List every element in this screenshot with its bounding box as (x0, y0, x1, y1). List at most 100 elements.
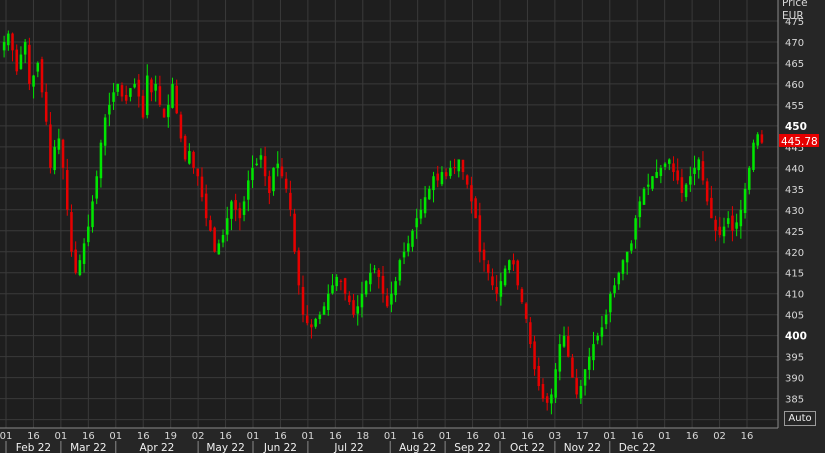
candle-body (486, 264, 490, 273)
candle-body (613, 285, 616, 294)
candle-body (251, 167, 254, 181)
candle-body (314, 318, 317, 327)
candle-body (284, 178, 288, 189)
y-tick-label: 415 (785, 269, 804, 280)
y-tick-label: 440 (785, 164, 804, 175)
x-month-label: Sep 22 (454, 442, 491, 453)
candle-body (731, 215, 734, 231)
candle-body (453, 167, 456, 169)
candle-body (491, 276, 494, 286)
x-month-label: Aug 22 (399, 442, 436, 453)
candle-body (32, 75, 35, 87)
x-day-tick: 16 (466, 431, 479, 442)
candle-body (638, 201, 642, 218)
x-day-tick: 01 (603, 431, 616, 442)
y-tick-label: 425 (785, 227, 804, 238)
y-tick-label: 410 (785, 290, 804, 301)
candle-body (221, 234, 225, 243)
candle-body (710, 197, 713, 219)
candle-body (617, 272, 621, 285)
x-day-tick: 01 (384, 431, 397, 442)
candle-body (280, 166, 284, 177)
candle-body (419, 209, 423, 219)
x-day-tick: 02 (713, 431, 726, 442)
candle-body (642, 188, 646, 205)
candle-body (651, 176, 654, 189)
candle-body (44, 91, 48, 122)
candle-body (432, 176, 435, 191)
x-day-tick: 01 (302, 431, 315, 442)
candle-body (482, 249, 486, 261)
candle-body (255, 163, 258, 166)
candle-body (748, 167, 751, 190)
candle-body (545, 396, 549, 403)
candle-body (272, 167, 275, 192)
candle-body (247, 180, 250, 200)
x-day-tick: 16 (137, 431, 150, 442)
candlestick-chart: 3803853903954004054104154204254304354404… (0, 0, 825, 453)
candle-body (752, 142, 755, 170)
candle-body (150, 79, 153, 93)
candle-body (760, 134, 764, 143)
x-day-tick: 16 (274, 431, 287, 442)
candle-body (693, 167, 696, 174)
candle-body (213, 227, 216, 252)
candle-body (474, 198, 477, 219)
x-day-tick: 16 (631, 431, 644, 442)
candle-body (465, 175, 469, 185)
candle-body (663, 163, 667, 167)
candle-body (550, 394, 553, 404)
candle-body (259, 155, 263, 160)
x-month-label: Jun 22 (263, 442, 297, 453)
candle-body (57, 138, 61, 150)
candle-body (238, 208, 242, 219)
candle-body (512, 260, 515, 265)
candle-body (364, 281, 368, 295)
candle-body (335, 276, 338, 287)
candle-body (120, 85, 124, 97)
candle-body (99, 142, 103, 179)
plot-background (0, 0, 778, 428)
y-tick-label: 435 (785, 185, 804, 196)
candle-body (318, 314, 322, 320)
candle-body (668, 159, 671, 164)
candle-body (348, 295, 351, 303)
candle-body (575, 378, 578, 395)
candle-body (192, 151, 195, 168)
candle-body (162, 108, 166, 118)
x-day-tick: 18 (356, 431, 369, 442)
candle-body (268, 176, 271, 194)
candle-body (137, 79, 141, 97)
candle-body (689, 176, 692, 185)
candle-body (230, 201, 233, 219)
candle-body (406, 243, 410, 252)
candle-body (2, 41, 6, 51)
candle-body (402, 251, 406, 258)
x-day-tick: 02 (192, 431, 205, 442)
candle-body (516, 260, 519, 286)
x-day-tick: 01 (439, 431, 452, 442)
candle-body (625, 251, 629, 263)
candle-body (621, 260, 625, 274)
candle-body (217, 243, 221, 255)
auto-scale-button[interactable]: Auto (784, 411, 816, 426)
candle-body (726, 218, 730, 224)
y-tick-label: 430 (785, 206, 804, 217)
candle-body (49, 124, 52, 168)
x-month-label: May 22 (206, 442, 244, 453)
candle-body (70, 212, 73, 252)
x-month-label: Mar 22 (70, 442, 107, 453)
candle-body (697, 159, 701, 171)
y-tick-label: 470 (785, 38, 804, 49)
candle-body (339, 280, 343, 282)
candle-body (167, 104, 170, 118)
candle-body (571, 357, 574, 378)
candle-body (495, 287, 498, 294)
candle-body (596, 335, 599, 341)
candle-body (390, 293, 393, 305)
x-day-tick: 16 (411, 431, 424, 442)
candle-body (520, 288, 524, 303)
candle-body (327, 293, 330, 311)
candle-body (158, 86, 162, 105)
candle-body (40, 59, 44, 93)
